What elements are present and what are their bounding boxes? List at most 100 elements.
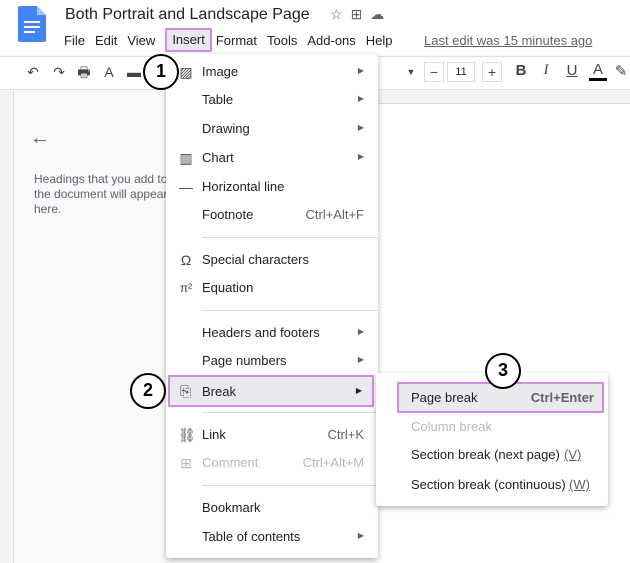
menu-item-link[interactable]: ⛓ Link Ctrl+K xyxy=(166,421,378,449)
submenu-arrow-icon: ▶ xyxy=(357,531,364,540)
menu-item-comment[interactable]: ⊞ Comment Ctrl+Alt+M xyxy=(166,449,378,477)
horizontal-line-icon: — xyxy=(179,179,193,195)
last-edit-link[interactable]: Last edit was 15 minutes ago xyxy=(424,33,592,48)
menu-bar: File Edit View Insert Format Tools Add-o… xyxy=(64,28,403,52)
cloud-status-icon[interactable]: ☁ xyxy=(370,6,384,23)
pi-icon: π² xyxy=(179,281,193,295)
title-icons: ☆ ⊞ ☁ xyxy=(330,6,384,23)
chart-icon: ▥ xyxy=(179,150,193,166)
shortcut-label: (W) xyxy=(569,477,590,492)
menu-item-label: Bookmark xyxy=(202,500,261,515)
back-arrow-icon[interactable]: ← xyxy=(30,127,50,150)
submenu-arrow-icon: ▶ xyxy=(357,355,364,364)
shortcut-label: (V) xyxy=(564,447,582,462)
link-icon: ⛓ xyxy=(178,427,196,443)
menu-divider xyxy=(202,237,378,238)
menu-item-label: Comment xyxy=(202,455,259,470)
menu-edit[interactable]: Edit xyxy=(95,31,123,52)
menu-item-footnote[interactable]: Footnote Ctrl+Alt+F xyxy=(166,201,378,229)
highlight-pen-icon[interactable]: ✎ xyxy=(612,62,630,80)
callout-step-2: 2 xyxy=(130,373,166,409)
menu-item-label: Table xyxy=(202,92,234,107)
submenu-arrow-icon: ▶ xyxy=(357,94,364,103)
menu-item-label: Equation xyxy=(202,280,254,295)
submenu-arrow-icon: ▶ xyxy=(357,152,364,161)
menu-item-label: Image xyxy=(202,64,239,79)
menu-item-label: Special characters xyxy=(202,252,309,267)
move-to-folder-icon[interactable]: ⊞ xyxy=(351,6,363,23)
document-title[interactable]: Both Portrait and Landscape Page xyxy=(65,6,310,24)
spellcheck-icon[interactable]: A xyxy=(100,64,118,80)
submenu-item-column-break[interactable]: Column break xyxy=(376,413,608,441)
menu-item-table-of-contents[interactable]: Table of contents ▶ xyxy=(166,523,378,551)
increase-font-size-button[interactable]: + xyxy=(482,62,502,82)
menu-item-equation[interactable]: π² Equation xyxy=(166,274,378,302)
add-comment-icon: ⊞ xyxy=(180,455,192,471)
print-icon[interactable]: 🖶 xyxy=(75,64,93,80)
submenu-arrow-icon: ▶ xyxy=(357,66,364,75)
horizontal-ruler xyxy=(376,90,630,104)
omega-icon: Ω xyxy=(180,252,192,268)
menu-item-label: Chart xyxy=(202,150,234,165)
font-size-input[interactable]: 11 xyxy=(447,62,475,82)
menu-addons[interactable]: Add-ons xyxy=(307,31,361,52)
submenu-arrow-icon: ▶ xyxy=(357,327,364,336)
shortcut-label: Ctrl+Alt+F xyxy=(305,207,364,222)
menu-item-chart[interactable]: ▥ Chart ▶ xyxy=(166,144,378,172)
menu-item-bookmark[interactable]: Bookmark xyxy=(166,494,378,522)
shortcut-label: Ctrl+Alt+M xyxy=(302,455,364,470)
font-dropdown-arrow-icon[interactable]: ▼ xyxy=(402,64,420,80)
menu-item-label: Headers and footers xyxy=(202,325,320,340)
underline-button[interactable]: U xyxy=(563,62,581,79)
menu-item-drawing[interactable]: Drawing ▶ xyxy=(166,115,378,143)
submenu-item-page-break[interactable]: Page break Ctrl+Enter xyxy=(376,384,608,412)
menu-item-page-numbers[interactable]: Page numbers ▶ xyxy=(166,347,378,375)
menu-item-horizontal-line[interactable]: — Horizontal line xyxy=(166,173,378,201)
decrease-font-size-button[interactable]: − xyxy=(424,62,444,82)
italic-button[interactable]: I xyxy=(537,62,555,79)
menu-item-table[interactable]: Table ▶ xyxy=(166,86,378,114)
menu-item-label: Break xyxy=(202,384,236,399)
docs-logo-icon[interactable] xyxy=(18,6,46,42)
submenu-item-label: Column break xyxy=(411,419,492,434)
star-icon[interactable]: ☆ xyxy=(330,6,343,23)
menu-help[interactable]: Help xyxy=(366,31,399,52)
menu-item-break[interactable]: ⎘ Break ▶ xyxy=(168,375,374,407)
callout-step-1: 1 xyxy=(143,54,179,90)
shortcut-label: Ctrl+Enter xyxy=(530,390,594,405)
redo-icon[interactable]: ↷ xyxy=(50,64,68,80)
submenu-item-section-break-next-page[interactable]: Section break (next page) (V) xyxy=(376,441,608,469)
menu-view[interactable]: View xyxy=(127,31,161,52)
menu-file[interactable]: File xyxy=(64,31,91,52)
menu-item-label: Horizontal line xyxy=(202,179,285,194)
submenu-item-label: Section break (next page) xyxy=(411,447,560,462)
menu-divider xyxy=(202,310,378,311)
menu-item-label: Page numbers xyxy=(202,353,287,368)
menu-item-headers-and-footers[interactable]: Headers and footers ▶ xyxy=(166,319,378,347)
menu-divider xyxy=(202,412,378,413)
text-color-button[interactable]: A xyxy=(589,62,607,81)
menu-format[interactable]: Format xyxy=(216,31,263,52)
menu-divider xyxy=(202,485,378,486)
paint-format-icon[interactable]: ▬ xyxy=(125,64,143,80)
submenu-item-label: Page break xyxy=(411,390,478,405)
menu-item-label: Footnote xyxy=(202,207,254,222)
callout-step-3: 3 xyxy=(485,353,521,389)
submenu-arrow-icon: ▶ xyxy=(357,123,364,132)
image-icon: ▨ xyxy=(179,64,193,80)
submenu-item-label: Section break (continuous) xyxy=(411,477,566,492)
menu-insert[interactable]: Insert xyxy=(165,28,212,52)
menu-item-special-characters[interactable]: Ω Special characters xyxy=(166,246,378,274)
undo-icon[interactable]: ↶ xyxy=(24,64,42,80)
menu-tools[interactable]: Tools xyxy=(267,31,303,52)
menu-item-label: Table of contents xyxy=(202,529,301,544)
outline-hint: Headings that you add to the document wi… xyxy=(34,172,168,216)
submenu-item-section-break-continuous[interactable]: Section break (continuous) (W) xyxy=(376,471,608,499)
submenu-arrow-icon: ▶ xyxy=(355,386,362,395)
insert-menu-lower: ⛓ Link Ctrl+K ⊞ Comment Ctrl+Alt+M Bookm… xyxy=(166,412,378,558)
menu-item-image[interactable]: ▨ Image ▶ xyxy=(166,58,378,86)
bold-button[interactable]: B xyxy=(512,62,530,79)
shortcut-label: Ctrl+K xyxy=(327,427,364,442)
page-break-icon: ⎘ xyxy=(180,383,192,399)
break-submenu-items: Page break Ctrl+Enter Column break Secti… xyxy=(376,373,608,506)
